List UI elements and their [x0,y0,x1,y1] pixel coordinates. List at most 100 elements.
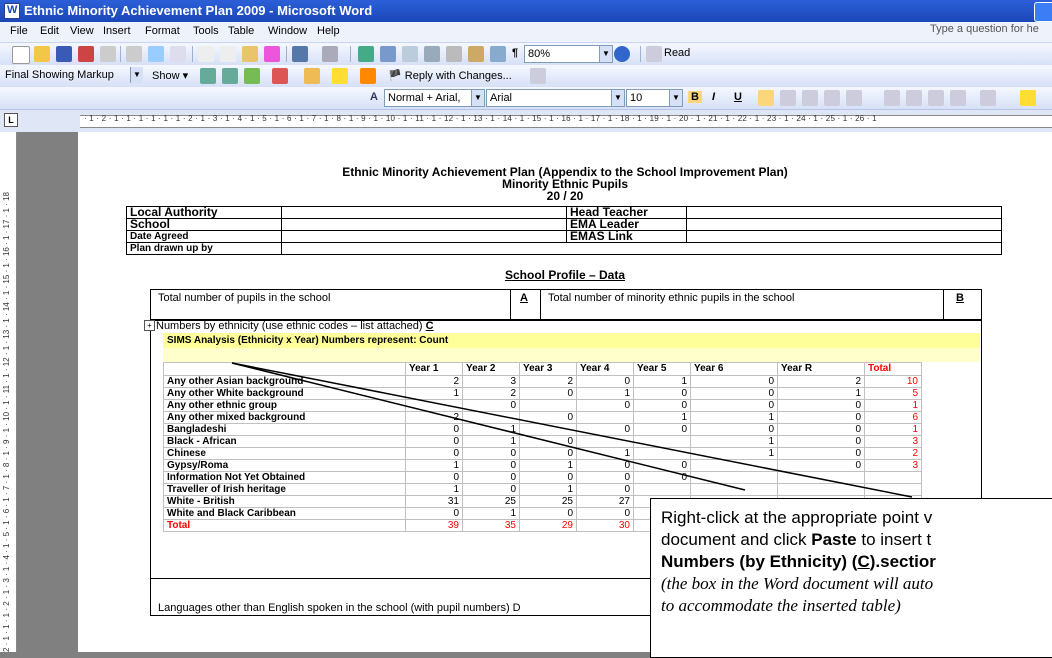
count-cell: 0 [576,375,634,388]
align-center-icon[interactable] [780,90,796,106]
borders-icon[interactable] [980,90,996,106]
track-changes-icon[interactable] [360,68,376,84]
numbering-icon[interactable] [884,90,900,106]
read-button[interactable]: Read [664,47,690,59]
next-change-icon[interactable] [222,68,238,84]
print-icon[interactable] [100,46,116,62]
count-cell: 0 [633,399,691,412]
box-b-label: B [956,292,964,304]
count-cell: 0 [519,507,577,520]
count-cell: 0 [633,387,691,400]
title-bar: Ethnic Minority Achievement Plan 2009 - … [0,0,1052,22]
previous-change-icon[interactable] [200,68,216,84]
italic-button[interactable]: I [712,91,715,103]
help-icon[interactable] [614,46,630,62]
menu-help[interactable]: Help [317,25,340,37]
save-icon[interactable] [56,46,72,62]
menu-edit[interactable]: Edit [40,25,59,37]
reply-with-changes-button[interactable]: 🏴 Reply with Changes... [388,69,512,82]
align-right-icon[interactable] [802,90,818,106]
increase-indent-icon[interactable] [950,90,966,106]
reviewing-pane-icon[interactable] [530,68,546,84]
count-cell: 0 [690,387,778,400]
new-document-icon[interactable] [12,46,30,64]
columns-icon[interactable] [446,46,462,62]
zoom-combo[interactable]: 80% ▼ [524,45,613,63]
count-cell: 0 [519,471,577,484]
school-value[interactable] [281,218,567,231]
count-cell: 2 [777,375,865,388]
minimize-button[interactable] [1034,2,1052,22]
document-map-icon[interactable] [490,46,506,62]
menu-tools[interactable]: Tools [193,25,219,37]
show-menu-button[interactable]: Show ▾ [152,69,188,82]
ethnicity-label: Any other ethnic group [163,399,406,412]
hyperlink-icon[interactable] [358,46,374,62]
display-for-review-combo[interactable]: Final Showing Markup ▼ [2,67,143,83]
reject-change-icon[interactable] [272,68,288,84]
count-cell: 0 [405,423,463,436]
line-spacing-icon[interactable] [846,90,862,106]
count-cell: 39 [405,519,463,532]
menu-window[interactable]: Window [268,25,307,37]
show-hide-icon[interactable]: ¶ [512,47,518,59]
bold-button[interactable]: B [688,91,702,103]
languages-label: Languages other than English spoken in t… [158,602,521,614]
horizontal-ruler[interactable]: L · 1 · 2 · 1 · 1 · 1 · 1 · 1 · 1 · 2 · … [0,110,1052,133]
font-combo[interactable]: Arial ▼ [486,89,625,107]
insert-table-icon[interactable] [402,46,418,62]
menu-view[interactable]: View [70,25,94,37]
underline-button[interactable]: U [734,91,742,103]
vertical-ruler[interactable]: 2 · 1 · 1 · 1 · 2 · 1 · 3 · 1 · 4 · 1 · … [0,132,17,652]
cut-icon[interactable] [198,46,214,62]
plan-drawn-up-label: Plan drawn up by [126,242,282,255]
numbers-by-ethnicity-label: Numbers by ethnicity (use ethnic codes –… [156,320,434,332]
highlight-color-icon[interactable] [1020,90,1036,106]
ask-question-box[interactable]: Type a question for he [930,23,1052,39]
read-icon[interactable] [646,46,662,62]
format-painter-icon[interactable] [264,46,280,62]
count-cell: 0 [576,483,634,496]
table-move-handle-icon[interactable]: + [144,320,155,331]
tab-selector[interactable]: L [4,113,18,127]
spelling-icon[interactable] [148,46,164,62]
print-preview-icon[interactable] [126,46,142,62]
emas-link-value[interactable] [686,230,1002,243]
align-left-icon[interactable] [758,90,774,106]
table-row: School EMA Leader [126,218,1002,231]
insert-excel-icon[interactable] [424,46,440,62]
undo-icon[interactable] [292,46,308,62]
open-folder-icon[interactable] [34,46,50,62]
school-profile-heading: School Profile – Data [504,268,626,282]
research-icon[interactable] [170,46,186,62]
copy-icon[interactable] [220,46,236,62]
permission-icon[interactable] [78,46,94,62]
count-cell: 3 [864,435,922,448]
paste-icon[interactable] [242,46,258,62]
menu-insert[interactable]: Insert [103,25,131,37]
count-cell: 31 [405,495,463,508]
count-cell: 5 [864,387,922,400]
total-pupils-label: Total number of pupils in the school [158,292,331,304]
justify-icon[interactable] [824,90,840,106]
head-teacher-value[interactable] [686,206,1002,219]
bullets-icon[interactable] [906,90,922,106]
styles-icon[interactable]: A [370,91,378,103]
highlight-icon[interactable] [332,68,348,84]
menu-file[interactable]: File [10,25,28,37]
decrease-indent-icon[interactable] [928,90,944,106]
redo-icon[interactable] [322,46,338,62]
font-size-combo[interactable]: 10 ▼ [626,89,683,107]
new-comment-icon[interactable] [304,68,320,84]
tables-borders-icon[interactable] [380,46,396,62]
ema-leader-value[interactable] [686,218,1002,231]
plan-drawn-up-value[interactable] [281,242,1002,255]
accept-change-icon[interactable] [244,68,260,84]
menu-table[interactable]: Table [228,25,254,37]
style-combo[interactable]: Normal + Arial, ▼ [384,89,485,107]
date-agreed-value[interactable] [281,230,567,243]
local-authority-value[interactable] [281,206,567,219]
menu-format[interactable]: Format [145,25,180,37]
word-app-icon[interactable] [4,3,20,19]
drawing-icon[interactable] [468,46,484,62]
